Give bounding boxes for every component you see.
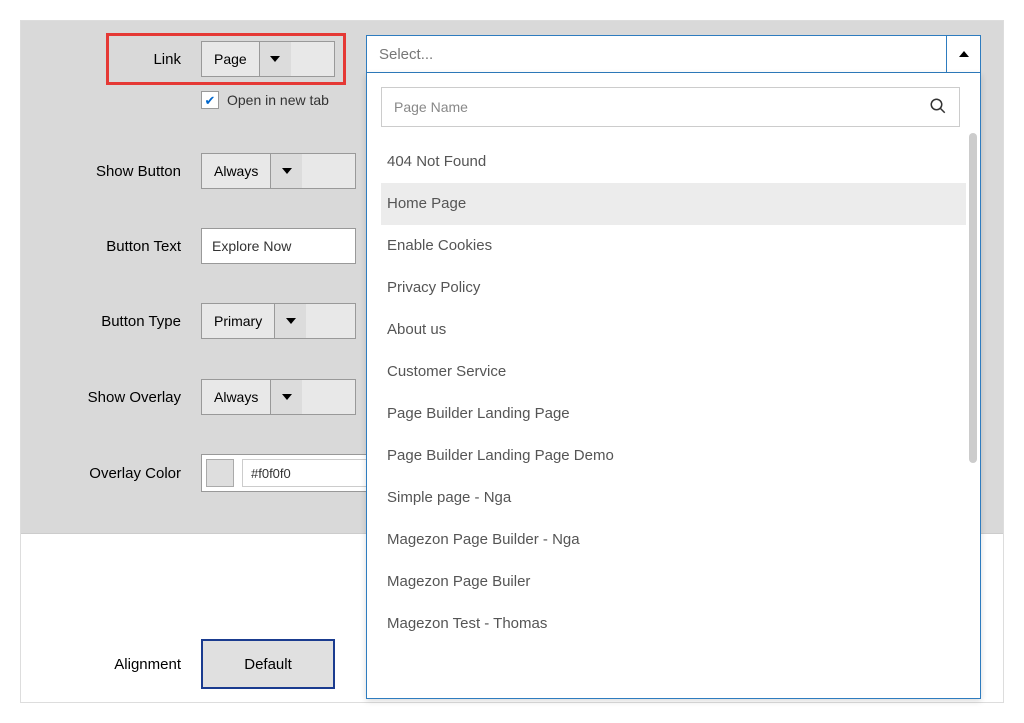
button-text-label: Button Text <box>21 238 201 255</box>
page-dropdown-head[interactable]: Select... <box>366 35 981 73</box>
link-type-select[interactable]: Page <box>201 41 335 77</box>
page-dropdown-body: Page Name 404 Not FoundHome PageEnable C… <box>366 73 981 699</box>
open-new-tab-checkbox[interactable]: ✔ <box>201 91 219 109</box>
page-option[interactable]: Simple page - Nga <box>381 477 966 519</box>
show-overlay-value: Always <box>202 380 270 414</box>
caret-up-icon <box>946 36 980 72</box>
page-option[interactable]: Page Builder Landing Page Demo <box>381 435 966 477</box>
button-type-label: Button Type <box>21 313 201 330</box>
show-button-select[interactable]: Always <box>201 153 356 189</box>
page-option[interactable]: Page Builder Landing Page <box>381 393 966 435</box>
button-type-value: Primary <box>202 304 274 338</box>
caret-down-icon <box>270 154 302 188</box>
caret-down-icon <box>259 42 291 76</box>
page-option-list: 404 Not FoundHome PageEnable CookiesPriv… <box>381 141 966 692</box>
overlay-color-swatch[interactable] <box>206 459 234 487</box>
page-search-placeholder: Page Name <box>394 99 468 115</box>
page-option[interactable]: Magezon Page Builer <box>381 561 966 603</box>
dropdown-scrollbar[interactable] <box>969 133 977 463</box>
alignment-button[interactable]: Default <box>201 639 335 689</box>
alignment-value: Default <box>244 656 292 673</box>
page-option[interactable]: Customer Service <box>381 351 966 393</box>
page-option[interactable]: Magezon Page Builder - Nga <box>381 519 966 561</box>
button-text-input[interactable]: Explore Now <box>201 228 356 264</box>
page-option[interactable]: About us <box>381 309 966 351</box>
button-text-value: Explore Now <box>212 238 291 254</box>
caret-down-icon <box>274 304 306 338</box>
page-option[interactable]: 404 Not Found <box>381 141 966 183</box>
page-search-input[interactable]: Page Name <box>381 87 960 127</box>
search-icon <box>929 97 947 118</box>
page-option[interactable]: Privacy Policy <box>381 267 966 309</box>
open-new-tab-label: Open in new tab <box>227 92 329 108</box>
show-overlay-select[interactable]: Always <box>201 379 356 415</box>
page-option[interactable]: Magezon Test - Thomas <box>381 603 966 645</box>
link-type-value: Page <box>202 42 259 76</box>
button-type-select[interactable]: Primary <box>201 303 356 339</box>
alignment-label: Alignment <box>21 656 201 673</box>
page-option[interactable]: Home Page <box>381 183 966 225</box>
caret-down-icon <box>270 380 302 414</box>
page-option[interactable]: Enable Cookies <box>381 225 966 267</box>
page-dropdown-placeholder: Select... <box>367 36 946 72</box>
settings-panel: Link Page ✔ Open in new tab Show Button … <box>20 20 1004 703</box>
overlay-color-label: Overlay Color <box>21 465 201 482</box>
show-button-value: Always <box>202 154 270 188</box>
show-overlay-label: Show Overlay <box>21 389 201 406</box>
page-dropdown: Select... Page Name 404 Not FoundHome Pa… <box>366 35 981 699</box>
show-button-label: Show Button <box>21 163 201 180</box>
link-label: Link <box>21 51 201 68</box>
